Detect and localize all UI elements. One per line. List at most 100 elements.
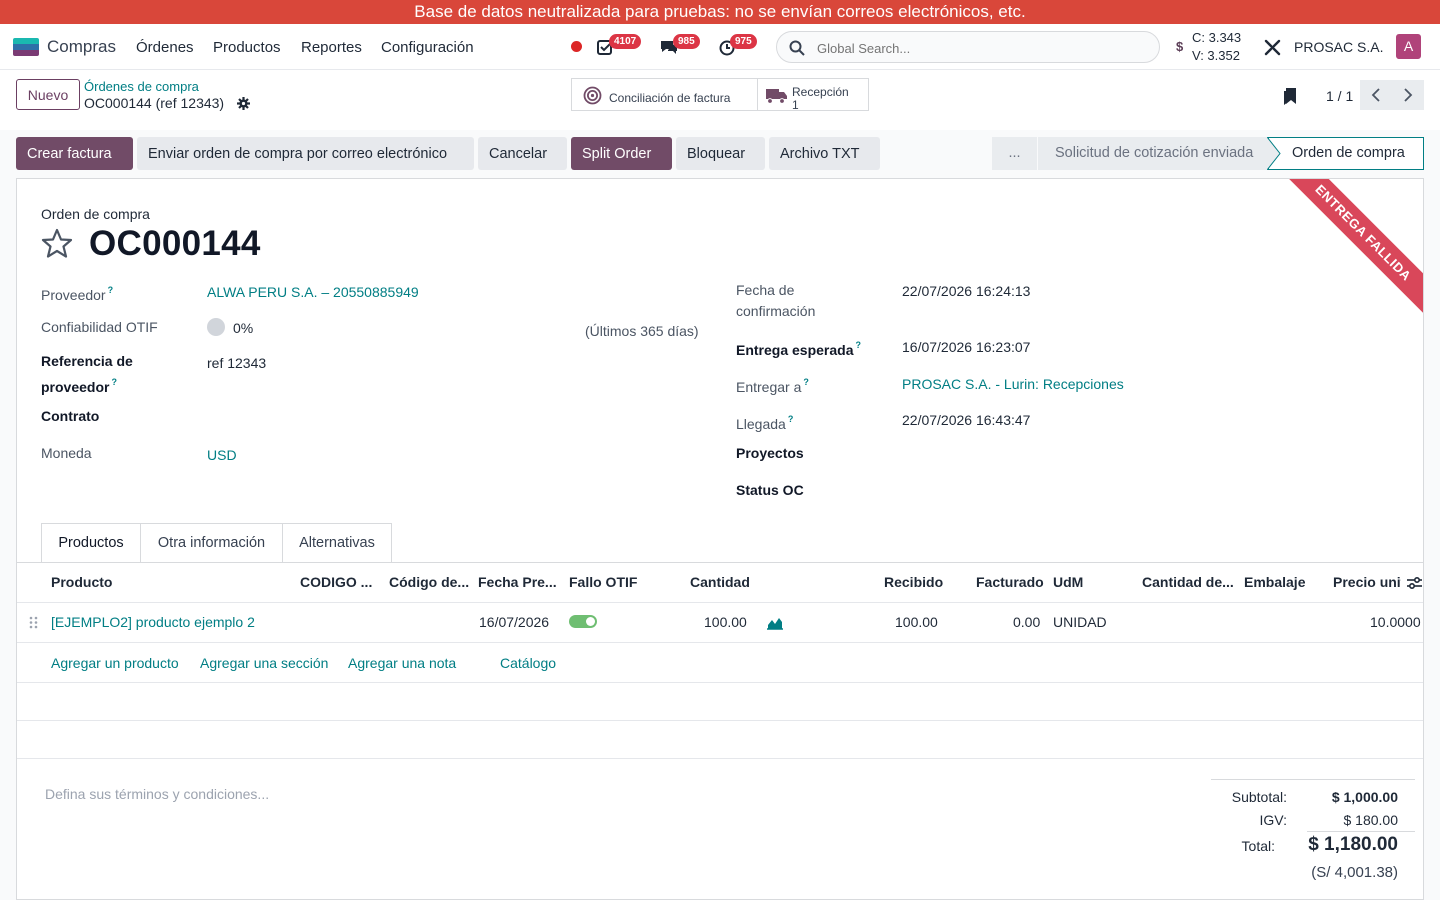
favorite-star-icon[interactable] — [41, 228, 73, 259]
row-price[interactable]: 10.0000 — [1370, 614, 1421, 630]
row-product[interactable]: [EJEMPLO2] producto ejemplo 2 — [51, 614, 255, 630]
currency-dollar-icon: $ — [1176, 39, 1184, 54]
tab-divider — [17, 562, 1423, 563]
activities-badge: 4107 — [609, 34, 642, 49]
vendor-ref-label: Referencia de proveedor? — [41, 353, 133, 395]
add-section-link[interactable]: Agregar una sección — [200, 655, 328, 671]
reception-button[interactable]: Recepción 1 — [757, 78, 869, 112]
confirm-date-label: Fecha de confirmación — [736, 282, 816, 319]
row-qty[interactable]: 100.00 — [704, 614, 747, 630]
deliver-to-label: Entregar a? — [736, 377, 809, 395]
gear-icon[interactable] — [237, 97, 250, 110]
row-divider-3 — [17, 720, 1423, 721]
otif-indicator — [207, 318, 225, 336]
invoice-reconcile-label: Conciliación de factura — [609, 91, 731, 105]
app-name[interactable]: Compras — [47, 37, 116, 57]
row-divider-2 — [17, 682, 1423, 683]
tools-icon[interactable] — [1264, 39, 1281, 56]
menu-reportes[interactable]: Reportes — [301, 39, 362, 56]
form-sheet: ENTREGA FALLIDA Orden de compra OC000144… — [16, 178, 1424, 900]
col-codigo-de[interactable]: Código de... — [389, 574, 471, 590]
expected-delivery-field[interactable]: 16/07/2026 16:23:07 — [902, 339, 1030, 355]
add-note-link[interactable]: Agregar una nota — [348, 655, 456, 671]
invoice-reconcile-button[interactable]: Conciliación de factura — [571, 78, 758, 111]
recording-indicator-icon[interactable] — [571, 41, 582, 52]
create-invoice-button[interactable]: Crear factura — [16, 137, 133, 170]
pager-previous-button[interactable] — [1360, 80, 1392, 110]
status-oc-label: Status OC — [736, 482, 804, 498]
chevron-right-icon — [1404, 88, 1413, 102]
arrival-field[interactable]: 22/07/2026 16:43:47 — [902, 412, 1030, 428]
optional-columns-icon[interactable] — [1407, 576, 1422, 590]
col-fallo-otif[interactable]: Fallo OTIF — [569, 574, 637, 590]
col-udm[interactable]: UdM — [1053, 574, 1083, 590]
drag-handle-icon[interactable] — [29, 616, 38, 629]
control-panel: Nuevo Órdenes de compra OC000144 (ref 12… — [0, 70, 1440, 130]
total-divider — [1307, 831, 1415, 832]
company-switcher[interactable]: PROSAC S.A. — [1294, 39, 1383, 55]
document-name[interactable]: OC000144 — [89, 224, 261, 264]
top-navbar: Compras Órdenes Productos Reportes Confi… — [0, 24, 1440, 70]
user-avatar[interactable]: A — [1396, 34, 1421, 59]
otif-value: 0% — [233, 320, 254, 336]
subtotal-label: Subtotal: — [1231, 789, 1287, 805]
row-uom[interactable]: UNIDAD — [1053, 614, 1107, 630]
currency-field[interactable]: USD — [207, 447, 237, 463]
forecast-chart-icon[interactable] — [767, 616, 783, 630]
catalog-link[interactable]: Catálogo — [500, 655, 556, 671]
status-arrow-separator — [1267, 137, 1281, 170]
expected-delivery-label: Entrega esperada? — [736, 340, 861, 358]
chevron-left-icon — [1371, 88, 1380, 102]
status-more[interactable]: ... — [992, 137, 1037, 170]
reception-count: 1 — [792, 98, 799, 112]
tax-value: $ 180.00 — [1343, 812, 1399, 828]
purchase-app-icon[interactable] — [13, 38, 39, 56]
send-po-email-button[interactable]: Enviar orden de compra por correo electr… — [137, 137, 474, 170]
tab-otra-informacion[interactable]: Otra información — [140, 523, 283, 562]
new-button[interactable]: Nuevo — [16, 79, 80, 110]
pager-next-button[interactable] — [1392, 80, 1424, 110]
failed-delivery-ribbon: ENTREGA FALLIDA — [1275, 179, 1423, 321]
totals-divider — [1211, 779, 1415, 780]
col-precio-unit[interactable]: Precio unit — [1333, 574, 1401, 590]
global-search-input[interactable] — [817, 38, 1137, 58]
col-codigo[interactable]: CODIGO ... — [300, 574, 380, 590]
col-recibido[interactable]: Recibido — [884, 574, 943, 590]
arrival-label: Llegada? — [736, 414, 794, 432]
status-purchase-order[interactable]: Orden de compra — [1268, 137, 1424, 170]
lock-button[interactable]: Bloquear — [676, 137, 765, 170]
menu-productos[interactable]: Productos — [213, 39, 281, 56]
terms-conditions-input[interactable]: Defina sus términos y condiciones... — [45, 786, 269, 802]
bookmark-icon[interactable] — [1284, 88, 1297, 105]
col-cantidad-de[interactable]: Cantidad de... — [1142, 574, 1236, 590]
pager-value[interactable]: 1 / 1 — [1326, 88, 1353, 104]
row-divider — [17, 642, 1423, 643]
confirm-date-field[interactable]: 22/07/2026 16:24:13 — [902, 283, 1030, 299]
currency-label: Moneda — [41, 445, 92, 461]
col-producto[interactable]: Producto — [51, 574, 112, 590]
cancel-button[interactable]: Cancelar — [478, 137, 567, 170]
otif-fail-toggle[interactable] — [569, 615, 597, 628]
breadcrumb-parent[interactable]: Órdenes de compra — [84, 79, 199, 94]
tab-productos[interactable]: Productos — [41, 523, 141, 563]
rate-buy: C: 3.343 — [1192, 30, 1242, 45]
vendor-field[interactable]: ALWA PERU S.A. – 20550885949 — [207, 284, 419, 300]
tab-alternativas[interactable]: Alternativas — [282, 523, 392, 562]
deliver-to-field[interactable]: PROSAC S.A. - Lurin: Recepciones — [902, 376, 1124, 392]
col-facturado[interactable]: Facturado — [976, 574, 1044, 590]
vendor-ref-field[interactable]: ref 12343 — [207, 355, 266, 371]
menu-configuracion[interactable]: Configuración — [381, 39, 474, 56]
row-date[interactable]: 16/07/2026 — [479, 614, 549, 630]
col-cantidad[interactable]: Cantidad — [690, 574, 750, 590]
txt-file-button[interactable]: Archivo TXT — [769, 137, 880, 170]
timesheets-badge: 975 — [730, 34, 757, 49]
otif-label: Confiabilidad OTIF — [41, 319, 158, 335]
add-product-link[interactable]: Agregar un producto — [51, 655, 179, 671]
col-fecha-pre[interactable]: Fecha Pre... — [478, 574, 560, 590]
col-embalaje[interactable]: Embalaje — [1244, 574, 1305, 590]
menu-ordenes[interactable]: Órdenes — [136, 39, 194, 56]
global-search[interactable] — [776, 31, 1160, 63]
search-icon — [789, 40, 805, 56]
status-rfq-sent[interactable]: Solicitud de cotización enviada — [1038, 137, 1270, 170]
split-order-button[interactable]: Split Order — [571, 137, 672, 170]
